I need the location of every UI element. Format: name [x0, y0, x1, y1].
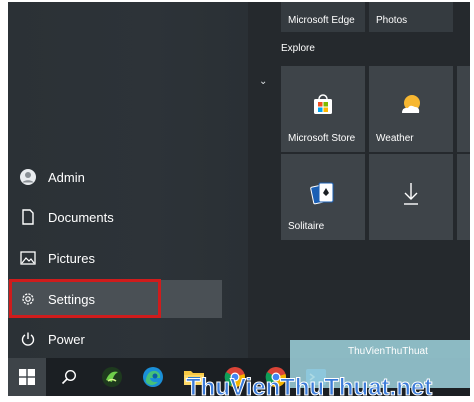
- weather-icon: [398, 93, 424, 120]
- document-icon: [18, 207, 38, 227]
- tile-label: Microsoft Store: [288, 133, 356, 144]
- rail-item-power[interactable]: Power: [8, 320, 248, 358]
- taskbar-edge-button[interactable]: [137, 362, 169, 392]
- start-left-rail: Admin Documents Pictures Settings Power: [8, 2, 248, 358]
- tile-solitaire[interactable]: Solitaire: [281, 154, 365, 240]
- tile-photos[interactable]: Photos: [369, 2, 453, 32]
- rail-item-pictures[interactable]: Pictures: [8, 239, 248, 277]
- taskbar-app-button[interactable]: [96, 362, 128, 392]
- rail-item-admin[interactable]: Admin: [8, 158, 248, 196]
- watermark-small: ThuVienThuThuat: [348, 346, 428, 357]
- download-icon: [402, 182, 420, 209]
- solitaire-icon: [310, 180, 336, 209]
- tile-partial: [457, 66, 470, 152]
- app-icon: [102, 367, 122, 387]
- tile-label: Weather: [376, 133, 414, 144]
- store-icon: [312, 94, 334, 119]
- tile-section-explore: Explore: [281, 43, 315, 54]
- user-avatar-icon: [18, 167, 38, 187]
- rail-item-label: Admin: [48, 169, 85, 185]
- rail-item-label: Pictures: [48, 250, 95, 266]
- tile-microsoft-edge[interactable]: Microsoft Edge: [281, 2, 365, 32]
- power-icon: [18, 329, 38, 349]
- picture-icon: [18, 248, 38, 268]
- tile-label: Solitaire: [288, 221, 325, 232]
- rail-item-label: Power: [48, 331, 85, 347]
- tile-microsoft-store[interactable]: Microsoft Store: [281, 66, 365, 152]
- edge-icon: [143, 367, 163, 387]
- tile-download[interactable]: [369, 154, 453, 240]
- settings-highlight-box: [9, 279, 161, 318]
- search-icon: [61, 369, 77, 385]
- windows-start-button[interactable]: [8, 358, 46, 396]
- tile-label: Microsoft Edge: [288, 15, 355, 26]
- rail-item-documents[interactable]: Documents: [8, 198, 248, 236]
- chevron-down-icon[interactable]: ⌄: [259, 76, 267, 87]
- rail-item-label: Documents: [48, 209, 114, 225]
- tile-label: Photos: [376, 15, 408, 26]
- taskbar-search-button[interactable]: [53, 362, 85, 392]
- start-tiles: Microsoft Edge Photos Explore ⌄ Microsof…: [248, 2, 470, 358]
- tile-partial: [457, 154, 470, 240]
- tile-weather[interactable]: Weather: [369, 66, 453, 152]
- start-menu: Admin Documents Pictures Settings Power: [8, 2, 470, 396]
- windows-start-icon: [19, 369, 35, 385]
- watermark-text: ThuVienThuThuat.net: [185, 374, 433, 402]
